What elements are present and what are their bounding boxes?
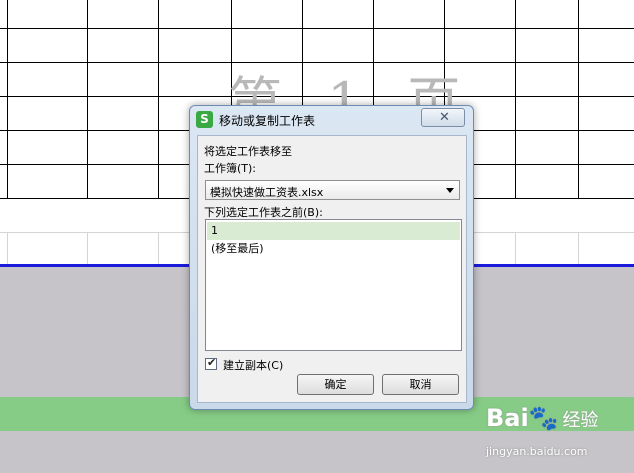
grid-line [7, 232, 8, 265]
workbook-select-value: 模拟快速做工资表.xlsx [210, 186, 324, 199]
move-to-label: 将选定工作表移至 [204, 145, 292, 158]
dialog-titlebar[interactable]: S 移动或复制工作表 ✕ [190, 106, 473, 132]
grid-line [87, 232, 88, 265]
ok-button[interactable]: 确定 [297, 374, 374, 395]
baidu-url: jingyan.baidu.com [486, 445, 588, 458]
grid-line [578, 232, 579, 265]
dialog-title: 移动或复制工作表 [219, 114, 316, 128]
grid-line [578, 0, 579, 198]
grid-line [515, 0, 516, 198]
create-copy-checkbox[interactable]: ✔ [205, 356, 217, 370]
list-item[interactable]: (移至最后) [207, 240, 460, 258]
dialog-body: 将选定工作表移至 工作簿(T): 模拟快速做工资表.xlsx 下列选定工作表之前… [197, 135, 467, 403]
workbook-select[interactable]: 模拟快速做工资表.xlsx [205, 180, 460, 200]
grid-line [87, 0, 88, 198]
create-copy-label[interactable]: 建立副本(C) [223, 357, 283, 373]
dropdown-arrow-icon [446, 188, 454, 193]
sheet-list[interactable]: 1 (移至最后) [205, 219, 462, 351]
baidu-logo-suffix: 经验 [562, 410, 599, 431]
list-item[interactable]: 1 [207, 222, 460, 240]
grid-line [0, 28, 634, 29]
move-copy-sheet-dialog: S 移动或复制工作表 ✕ 将选定工作表移至 工作簿(T): 模拟快速做工资表.x… [189, 105, 474, 410]
wps-app-icon: S [196, 111, 213, 128]
cancel-button[interactable]: 取消 [382, 374, 459, 395]
workbook-label: 工作簿(T): [204, 162, 257, 175]
close-button[interactable]: ✕ [421, 108, 465, 127]
checkmark-icon: ✔ [207, 356, 217, 369]
close-icon: ✕ [439, 110, 450, 125]
before-sheet-label: 下列选定工作表之前(B): [204, 206, 323, 219]
baidu-logo-text: Bai🐾 [486, 404, 559, 432]
grid-line [515, 232, 516, 265]
baidu-jingyan-logo: Bai🐾 经验 [486, 404, 598, 432]
grid-line [158, 232, 159, 265]
grid-line [7, 0, 8, 198]
grid-line [158, 0, 159, 198]
